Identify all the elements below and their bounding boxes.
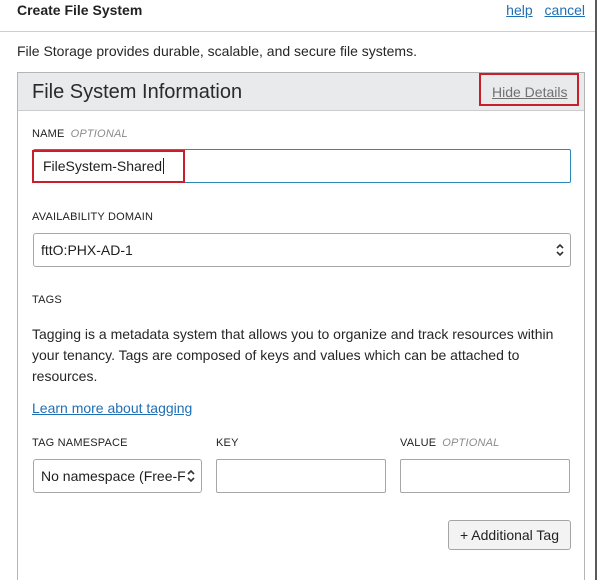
dialog-title: Create File System [17,2,143,18]
tag-namespace-value: No namespace (Free-F [41,468,186,484]
tag-namespace-select[interactable]: No namespace (Free-F [33,459,202,493]
panel-header: File System Information Hide Details [18,73,584,111]
panel-title: File System Information [32,81,243,103]
chevron-up-down-icon [186,467,196,485]
tags-label: TAGS [32,294,62,306]
tags-description: Tagging is a metadata system that allows… [32,326,554,384]
availability-domain-value: fttO:PHX-AD-1 [41,242,133,258]
name-highlight-box [32,150,185,183]
availability-domain-label: AVAILABILITY DOMAIN [32,211,154,223]
hide-details-link[interactable]: Hide Details [492,84,567,100]
tag-value-input[interactable] [400,459,570,493]
key-label: KEY [216,437,239,449]
value-label-text: VALUE [400,437,437,449]
value-optional: OPTIONAL [442,437,500,449]
name-label-text: NAME [32,128,65,140]
header-links: help cancel [498,2,585,18]
help-link[interactable]: help [506,2,532,18]
tag-key-input[interactable] [216,459,386,493]
file-system-information-panel: File System Information Hide Details NAM… [17,72,585,580]
tag-namespace-label: TAG NAMESPACE [32,437,128,449]
dialog-header: Create File System help cancel [0,0,597,31]
learn-more-tagging-link[interactable]: Learn more about tagging [32,400,192,416]
additional-tag-button[interactable]: + Additional Tag [448,520,571,550]
cancel-link[interactable]: cancel [545,2,585,18]
value-label: VALUE OPTIONAL [400,437,500,449]
chevron-up-down-icon [555,241,565,259]
intro-text: File Storage provides durable, scalable,… [17,43,417,59]
availability-domain-select[interactable]: fttO:PHX-AD-1 [33,233,571,267]
name-label: NAME OPTIONAL [32,128,128,140]
name-optional: OPTIONAL [70,128,128,140]
header-divider [0,31,595,32]
hide-details-highlight: Hide Details [479,73,579,106]
